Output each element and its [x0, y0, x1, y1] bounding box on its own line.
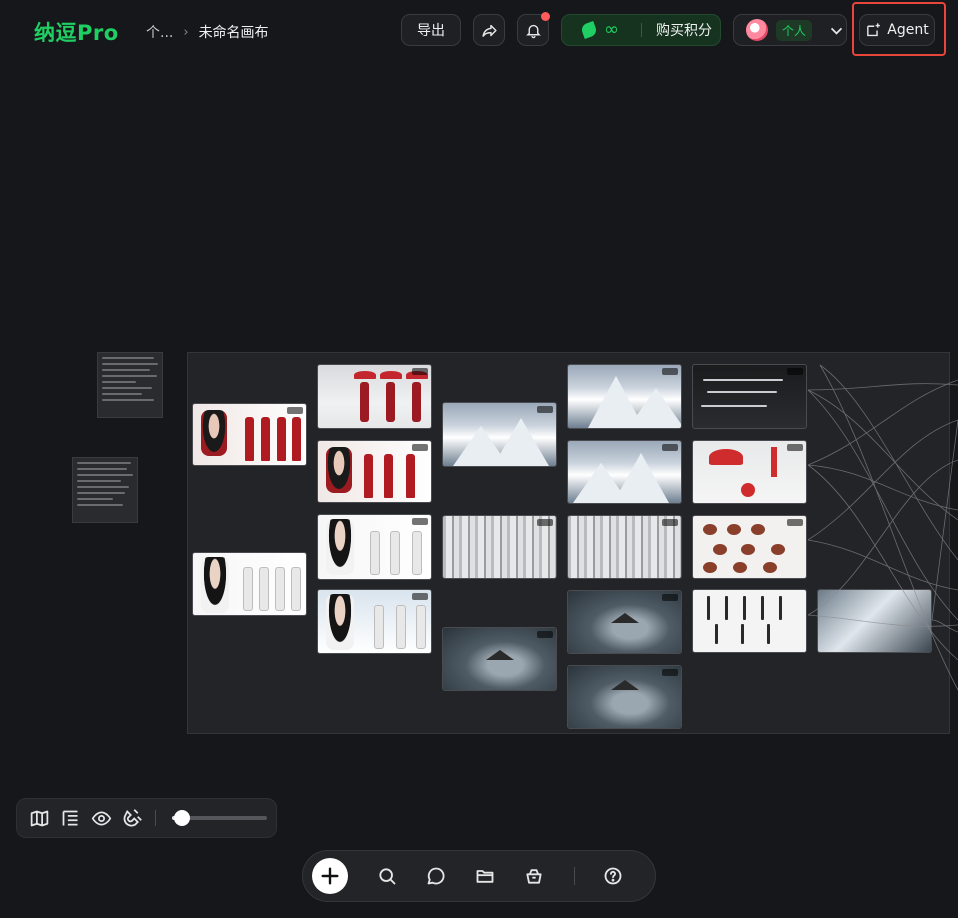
map-icon[interactable]	[29, 808, 50, 829]
canvas-toolbar	[16, 798, 277, 838]
image-node[interactable]	[192, 552, 307, 616]
notifications-button[interactable]	[517, 12, 550, 46]
bell-icon	[525, 24, 541, 38]
agent-button[interactable]: Agent	[859, 14, 935, 46]
image-node[interactable]	[317, 589, 432, 654]
add-node-button[interactable]	[312, 858, 348, 894]
agent-sparkle-icon	[867, 22, 881, 36]
export-button[interactable]: 导出	[401, 14, 461, 46]
bottom-dock	[302, 850, 656, 902]
plan-tag: 个人	[776, 19, 813, 41]
asset-basket-icon[interactable]	[524, 866, 544, 886]
layout-list-icon[interactable]	[60, 808, 81, 829]
breadcrumb-parent[interactable]: 个...	[146, 22, 173, 42]
canvas-title[interactable]: 未命名画布	[199, 22, 269, 42]
eye-icon[interactable]	[91, 808, 112, 829]
notification-dot	[541, 12, 550, 21]
help-icon[interactable]	[603, 866, 623, 886]
text-note[interactable]	[72, 457, 138, 523]
toolbar-divider	[155, 810, 156, 826]
share-button[interactable]	[473, 14, 505, 46]
image-node[interactable]	[567, 515, 682, 579]
image-node[interactable]	[567, 665, 682, 729]
chevron-down-icon	[830, 27, 843, 35]
image-node[interactable]	[317, 514, 432, 580]
magnet-icon[interactable]	[122, 808, 143, 829]
image-node[interactable]	[317, 364, 432, 429]
folder-icon[interactable]	[475, 866, 495, 886]
image-node[interactable]	[567, 364, 682, 429]
image-node[interactable]	[442, 627, 557, 691]
breadcrumb-separator: ›	[183, 24, 189, 40]
credits-divider	[641, 23, 642, 37]
connection-lines	[807, 364, 958, 691]
leaf-icon	[580, 21, 598, 39]
image-node[interactable]	[442, 515, 557, 579]
image-node[interactable]	[192, 403, 307, 466]
app-logo[interactable]: 纳逗Pro	[34, 17, 119, 47]
search-icon[interactable]	[377, 866, 397, 886]
agent-label: Agent	[887, 22, 929, 38]
buy-credits-label: 购买积分	[656, 23, 712, 39]
text-note[interactable]	[97, 352, 163, 418]
credits-amount: ∞	[604, 19, 619, 40]
image-node[interactable]	[567, 590, 682, 654]
plus-icon	[321, 867, 339, 885]
user-menu-button[interactable]: 个人	[733, 14, 847, 46]
zoom-slider[interactable]	[172, 810, 267, 826]
image-node[interactable]	[567, 440, 682, 504]
zoom-slider-handle[interactable]	[174, 810, 190, 826]
chat-bubble-icon[interactable]	[426, 866, 446, 886]
image-node[interactable]	[317, 440, 432, 503]
credits-button[interactable]: ∞ 购买积分	[561, 14, 721, 46]
image-node[interactable]	[442, 402, 557, 467]
breadcrumb: 个... › 未命名画布	[146, 22, 269, 42]
avatar	[746, 19, 768, 41]
share-arrow-icon	[481, 24, 497, 37]
dock-divider	[574, 867, 575, 885]
